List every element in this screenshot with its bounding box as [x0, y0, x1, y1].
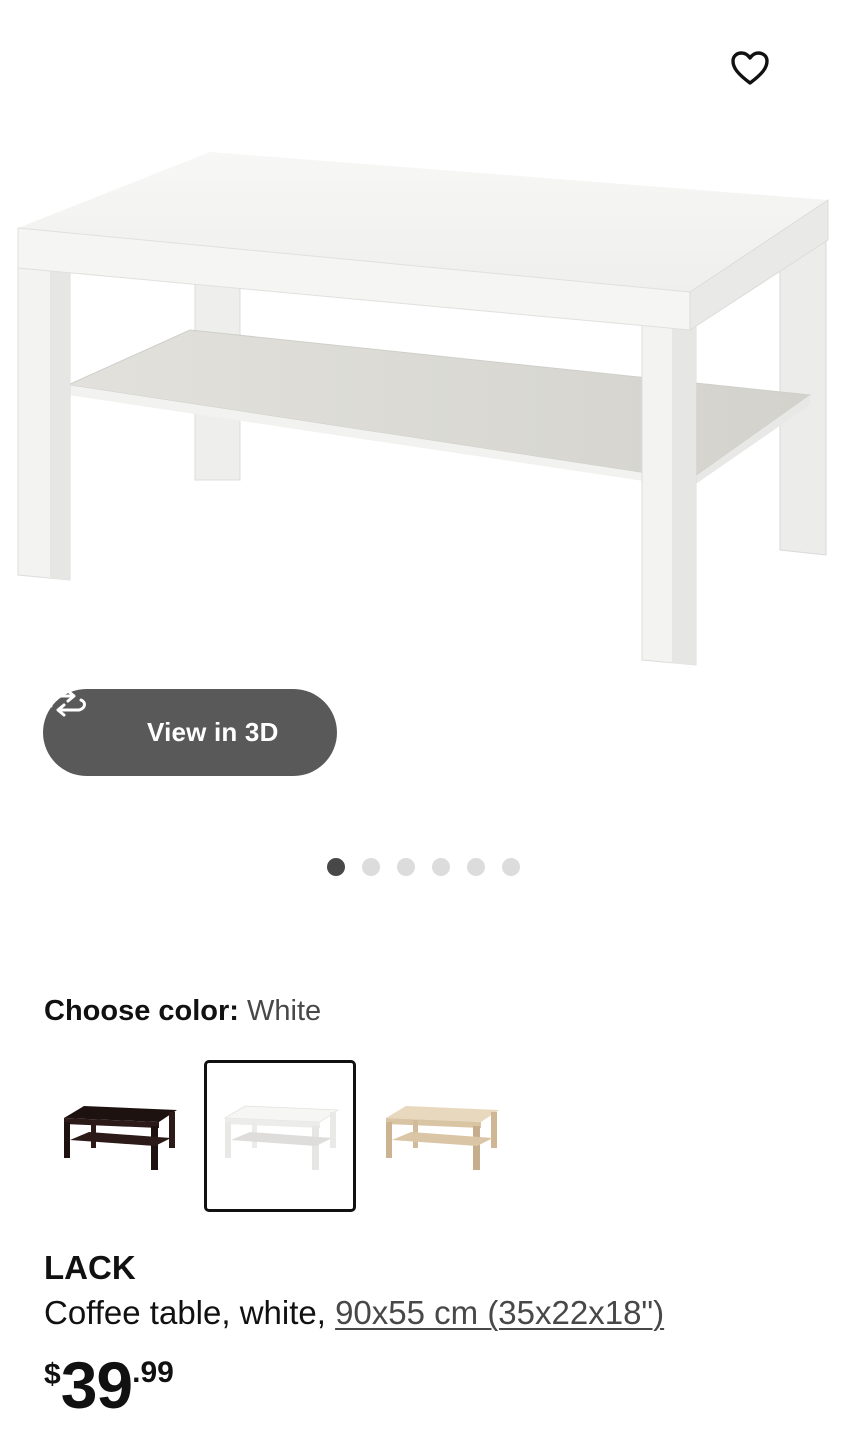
view-in-3d-button[interactable]: View in 3D	[43, 689, 337, 776]
swatch-black-brown[interactable]	[43, 1060, 195, 1212]
black-brown-table-thumbnail	[64, 1106, 177, 1170]
price-decimal: .99	[132, 1356, 174, 1389]
carousel-dot[interactable]	[362, 858, 380, 876]
oak-table-thumbnail	[386, 1106, 499, 1170]
product-name: LACK	[44, 1249, 136, 1286]
swatch-white-stained-oak[interactable]	[365, 1060, 517, 1212]
price-integer: 39	[60, 1348, 133, 1422]
carousel-pagination	[327, 858, 520, 876]
product-image[interactable]: View in 3D	[0, 0, 846, 800]
favorite-button[interactable]	[730, 50, 788, 98]
product-price: $ 39 .99	[44, 1348, 174, 1428]
carousel-dot[interactable]	[502, 858, 520, 876]
carousel-dot[interactable]	[397, 858, 415, 876]
carousel-dot[interactable]	[327, 858, 345, 876]
swatch-white[interactable]	[204, 1060, 356, 1212]
rotate-3d-icon	[46, 689, 127, 748]
white-table-thumbnail	[223, 1105, 340, 1170]
carousel-dot[interactable]	[432, 858, 450, 876]
coffee-table-illustration	[17, 152, 829, 666]
color-swatches	[43, 1060, 523, 1212]
price-currency: $	[44, 1358, 61, 1391]
heart-icon	[731, 51, 769, 85]
color-chooser-heading: Choose color: White	[44, 993, 321, 1029]
carousel-dot[interactable]	[467, 858, 485, 876]
product-description-text: Coffee table, white,	[44, 1294, 336, 1331]
product-description: Coffee table, white, 90x55 cm (35x22x18"…	[44, 1292, 664, 1334]
view-in-3d-label: View in 3D	[147, 717, 279, 747]
color-chooser-label: Choose color:	[44, 995, 239, 1027]
selected-color-value: White	[247, 995, 322, 1027]
dimensions-link[interactable]: 90x55 cm (35x22x18")	[335, 1294, 664, 1331]
